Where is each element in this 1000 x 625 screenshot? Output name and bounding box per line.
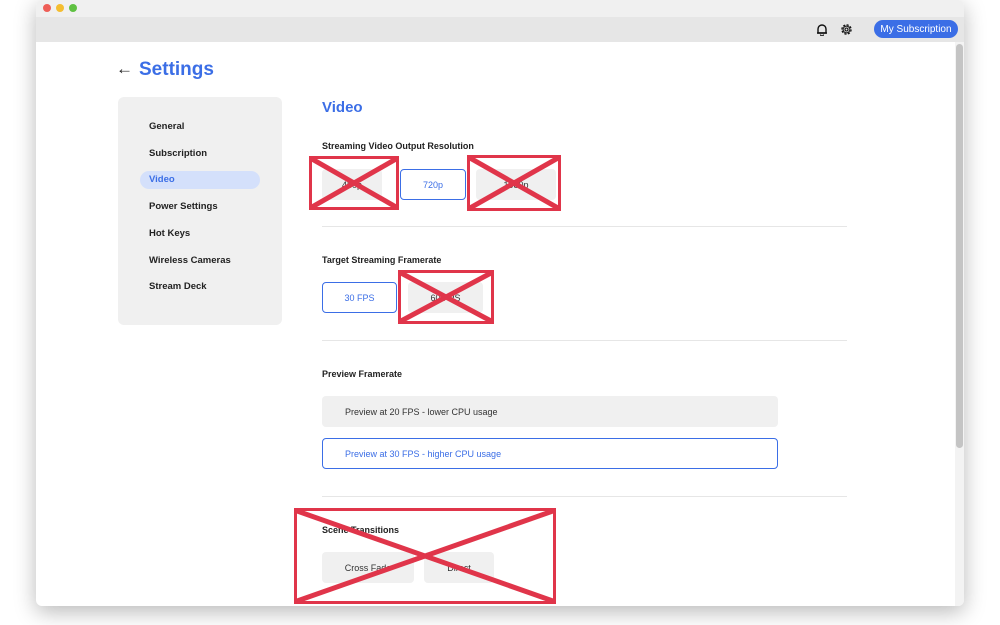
back-arrow-icon[interactable]: ← [116,59,133,79]
preview-option-20fps[interactable]: Preview at 20 FPS - lower CPU usage [322,396,778,427]
zoom-window-button[interactable] [69,4,77,12]
close-window-button[interactable] [43,4,51,12]
sidebar-item-power-settings[interactable]: Power Settings [140,198,260,216]
resolution-label: Streaming Video Output Resolution [322,141,474,151]
sidebar-item-general[interactable]: General [140,118,260,136]
section-divider [322,496,847,497]
my-subscription-button[interactable]: My Subscription [874,20,958,38]
app-window: My Subscription ← Settings General Subsc… [36,0,964,606]
framerate-label: Target Streaming Framerate [322,255,442,265]
transition-option-direct[interactable]: Direct [424,552,494,583]
bell-icon[interactable] [815,22,829,36]
section-title: Video [322,99,363,116]
framerate-option-60fps[interactable]: 60 FPS [408,282,483,313]
sidebar-item-hot-keys[interactable]: Hot Keys [140,225,260,243]
top-toolbar: My Subscription [36,17,964,42]
gear-icon[interactable] [839,22,853,36]
sidebar-item-video[interactable]: Video [140,171,260,189]
preview-framerate-label: Preview Framerate [322,369,403,379]
title-bar [36,0,964,17]
page-title: Settings [139,59,214,80]
scrollbar-thumb[interactable] [956,44,963,448]
sidebar-item-wireless-cameras[interactable]: Wireless Cameras [140,252,260,270]
section-divider [322,226,847,227]
transition-option-cross-fade[interactable]: Cross Fade [322,552,414,583]
resolution-option-720p[interactable]: 720p [400,169,466,200]
settings-sidebar: General Subscription Video Power Setting… [118,97,282,325]
scene-transitions-label: Scene Transitions [322,525,400,535]
sidebar-item-subscription[interactable]: Subscription [140,145,260,163]
minimize-window-button[interactable] [56,4,64,12]
preview-option-30fps[interactable]: Preview at 30 FPS - higher CPU usage [322,438,778,469]
resolution-option-1080p[interactable]: 1080p [476,169,556,200]
resolution-option-480p[interactable]: 480p [322,169,382,200]
sidebar-item-stream-deck[interactable]: Stream Deck [140,278,260,296]
framerate-option-30fps[interactable]: 30 FPS [322,282,397,313]
section-divider [322,340,847,341]
